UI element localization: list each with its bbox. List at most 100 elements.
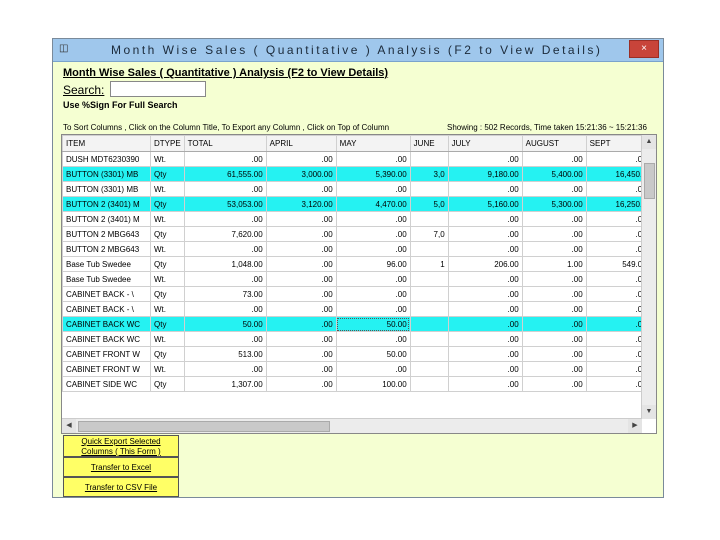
table-cell[interactable]: Wt. (150, 211, 185, 227)
table-cell[interactable] (409, 286, 449, 302)
table-cell[interactable]: Qty (150, 256, 185, 272)
table-cell[interactable]: 5,390.00 (335, 166, 411, 182)
table-cell[interactable]: .00 (265, 256, 337, 272)
quick-export-button[interactable]: Quick Export Selected Columns ( This For… (63, 435, 179, 457)
table-cell[interactable]: Qty (150, 226, 185, 242)
table-row[interactable]: Base Tub SwedeeWt..00.00.00.00.00.00 (62, 271, 651, 287)
table-cell[interactable]: 5,400.00 (521, 166, 587, 182)
table-cell[interactable]: .00 (521, 316, 587, 332)
table-cell[interactable]: CABINET BACK WC (62, 316, 151, 332)
table-cell[interactable]: .00 (447, 361, 523, 377)
table-cell[interactable]: CABINET BACK - \ (62, 301, 151, 317)
column-header[interactable]: TOTAL (183, 135, 267, 152)
table-cell[interactable]: 513.00 (183, 346, 267, 362)
table-cell[interactable] (409, 271, 449, 287)
table-row[interactable]: CABINET SIDE WC Qty 1,307.00.00 100.00.00.0… (62, 376, 651, 392)
column-header[interactable]: AUGUST (521, 135, 587, 152)
table-cell[interactable]: .00 (265, 376, 337, 392)
table-cell[interactable]: .00 (265, 226, 337, 242)
table-cell[interactable] (409, 181, 449, 197)
table-cell[interactable]: .00 (447, 346, 523, 362)
table-cell[interactable]: Wt. (150, 151, 185, 167)
table-cell[interactable]: BUTTON 2 MBG643 (62, 241, 151, 257)
table-cell[interactable]: Wt. (150, 331, 185, 347)
table-cell[interactable]: Qty (150, 316, 185, 332)
table-cell[interactable]: CABINET FRONT W (62, 346, 151, 362)
table-cell[interactable]: Qty (150, 166, 185, 182)
table-cell[interactable]: CABINET BACK WC (62, 331, 151, 347)
table-cell[interactable]: .00 (335, 181, 411, 197)
table-cell[interactable] (409, 301, 449, 317)
table-cell[interactable]: .00 (521, 376, 587, 392)
table-cell[interactable]: .00 (335, 211, 411, 227)
table-cell[interactable]: .00 (335, 361, 411, 377)
table-row[interactable]: CABINET FRONT WWt..00.00.00.00.00.00 (62, 361, 651, 377)
table-cell[interactable] (409, 331, 449, 347)
table-cell[interactable]: 5,160.00 (447, 196, 523, 212)
table-cell[interactable]: 50.00 (335, 316, 411, 332)
table-cell[interactable]: DUSH MDT6230390 (62, 151, 151, 167)
table-cell[interactable]: BUTTON 2 (3401) M (62, 211, 151, 227)
table-cell[interactable]: 7,0 (409, 226, 449, 242)
table-cell[interactable]: 206.00 (447, 256, 523, 272)
table-cell[interactable]: .00 (335, 331, 411, 347)
table-row[interactable]: BUTTON 2 (3401) M Qty 53,053.00 3,120.00 4,4… (62, 196, 651, 212)
table-cell[interactable]: Wt. (150, 241, 185, 257)
table-cell[interactable]: .00 (447, 316, 523, 332)
table-cell[interactable]: .00 (447, 211, 523, 227)
close-button[interactable]: × (629, 40, 659, 58)
table-cell[interactable]: .00 (183, 211, 267, 227)
table-cell[interactable]: .00 (335, 151, 411, 167)
app-window-icon[interactable]: ◫ (59, 44, 69, 54)
transfer-csv-button[interactable]: Transfer to CSV File (63, 477, 179, 497)
table-cell[interactable]: .00 (265, 241, 337, 257)
table-cell[interactable]: .00 (265, 361, 337, 377)
table-cell[interactable]: BUTTON (3301) MB (62, 166, 151, 182)
table-cell[interactable]: .00 (335, 241, 411, 257)
table-cell[interactable]: BUTTON 2 (3401) M (62, 196, 151, 212)
table-cell[interactable]: .00 (335, 286, 411, 302)
column-header[interactable]: DTYPE (150, 135, 185, 152)
table-cell[interactable]: .00 (447, 151, 523, 167)
table-cell[interactable]: CABINET SIDE WC (62, 376, 151, 392)
table-cell[interactable]: .00 (447, 286, 523, 302)
table-cell[interactable]: .00 (335, 271, 411, 287)
table-cell[interactable]: .00 (447, 271, 523, 287)
table-cell[interactable]: 1,048.00 (183, 256, 267, 272)
table-cell[interactable]: 61,555.00 (183, 166, 267, 182)
table-cell[interactable] (409, 376, 449, 392)
table-cell[interactable]: .00 (183, 271, 267, 287)
table-cell[interactable]: .00 (447, 241, 523, 257)
table-cell[interactable]: .00 (521, 301, 587, 317)
table-cell[interactable]: .00 (265, 211, 337, 227)
table-cell[interactable]: CABINET BACK - \ (62, 286, 151, 302)
table-row[interactable]: BUTTON 2 MBG643Wt..00.00.00.00.00.00 (62, 241, 651, 257)
table-cell[interactable]: 5,0 (409, 196, 449, 212)
table-cell[interactable]: Wt. (150, 361, 185, 377)
table-row[interactable]: DUSH MDT6230390Wt..00.00.00.00.00.00 (62, 151, 651, 167)
table-cell[interactable]: Qty (150, 196, 185, 212)
column-header[interactable]: JUNE (409, 135, 449, 152)
arrow-right-icon[interactable]: ▶ (628, 419, 642, 433)
table-cell[interactable]: .00 (521, 181, 587, 197)
table-row[interactable]: BUTTON 2 (3401) MWt..00.00.00.00.00.00 (62, 211, 651, 227)
table-cell[interactable]: 1,307.00 (183, 376, 267, 392)
table-cell[interactable]: Wt. (150, 301, 185, 317)
column-header[interactable]: APRIL (265, 135, 337, 152)
table-cell[interactable]: .00 (183, 151, 267, 167)
table-cell[interactable] (409, 211, 449, 227)
column-header[interactable]: JULY (447, 135, 523, 152)
table-cell[interactable]: 1.00 (521, 256, 587, 272)
table-cell[interactable]: 3,0 (409, 166, 449, 182)
table-cell[interactable]: .00 (447, 301, 523, 317)
vertical-scrollbar[interactable]: ▲ ▼ (641, 135, 656, 419)
table-cell[interactable] (409, 151, 449, 167)
table-cell[interactable]: CABINET FRONT W (62, 361, 151, 377)
table-cell[interactable]: 7,620.00 (183, 226, 267, 242)
table-row[interactable]: CABINET BACK - \Qty73.00.00.00.00.00.00 (62, 286, 651, 302)
table-cell[interactable]: .00 (447, 181, 523, 197)
table-cell[interactable]: .00 (265, 331, 337, 347)
table-cell[interactable]: 9,180.00 (447, 166, 523, 182)
table-cell[interactable] (409, 346, 449, 362)
table-row[interactable]: BUTTON (3301) MBWt..00.00.00.00.00.00 (62, 181, 651, 197)
